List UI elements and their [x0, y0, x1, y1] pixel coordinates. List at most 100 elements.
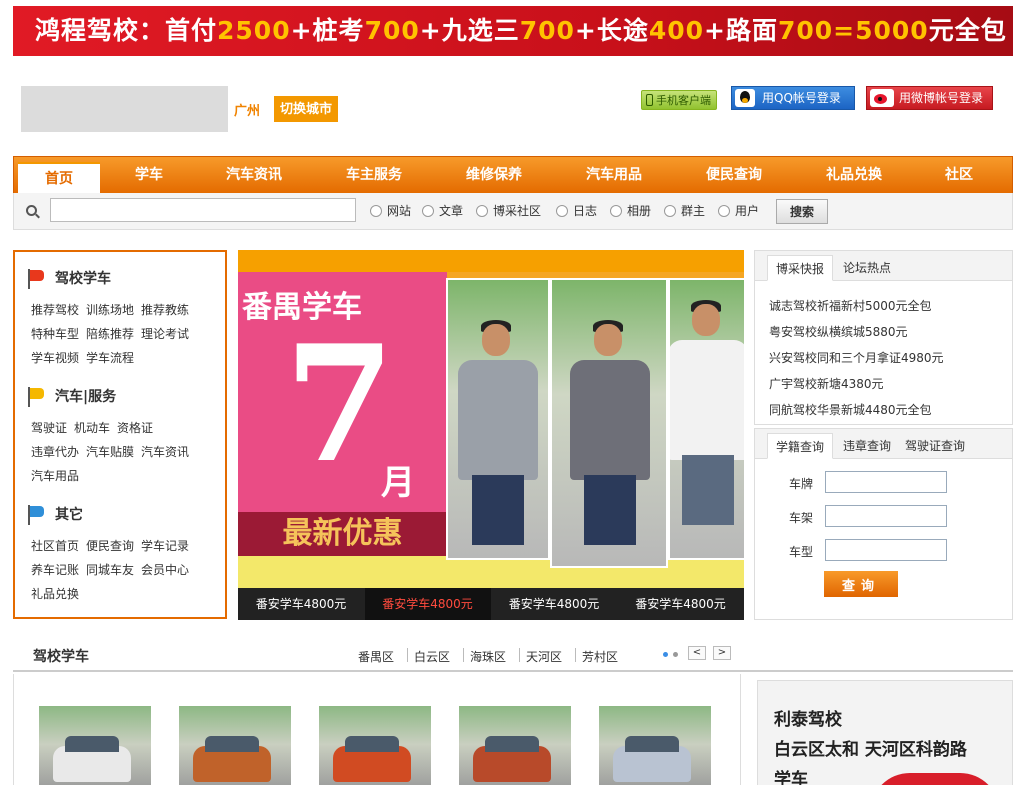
menu-link[interactable]: 特种车型	[31, 322, 79, 346]
menu-link[interactable]: 学车流程	[86, 346, 134, 370]
radio-label: 群主	[681, 204, 706, 218]
menu-link[interactable]: 汽车用品	[31, 464, 79, 488]
district-link[interactable]: 白云区	[414, 648, 450, 665]
menu-link[interactable]: 学车记录	[141, 534, 189, 558]
school-ad[interactable]: 利泰驾校 白云区太和 天河区科韵路 学车	[757, 680, 1013, 785]
news-tab[interactable]: 博采快报	[767, 255, 834, 281]
site-logo[interactable]	[21, 86, 228, 132]
driving-school-thumbnail[interactable]	[179, 706, 291, 785]
news-link[interactable]: 广宇驾校新塘4380元	[769, 375, 884, 392]
news-link[interactable]: 诚志驾校祈福新村5000元全包	[769, 297, 932, 314]
carousel-dot-active[interactable]	[663, 652, 668, 657]
menu-link[interactable]: 学车视频	[31, 346, 79, 370]
menu-group: 其它社区首页 便民查询 学车记录养车记账 同城车友 会员中心礼品兑换	[25, 504, 225, 606]
menu-link[interactable]: 汽车资讯	[141, 440, 189, 464]
qq-login-button[interactable]: 用QQ帐号登录	[731, 86, 855, 110]
news-link[interactable]: 兴安驾校同和三个月拿证4980元	[769, 349, 944, 366]
district-link[interactable]: 番禺区	[358, 648, 394, 665]
weibo-login-button[interactable]: 用微博帐号登录	[866, 86, 993, 110]
divider	[519, 648, 520, 662]
query-field-input[interactable]	[825, 505, 947, 527]
search-scope-radio[interactable]: 日志	[556, 204, 597, 218]
driving-school-thumbnail[interactable]	[319, 706, 431, 785]
banner-text: 700	[519, 16, 575, 45]
menu-link[interactable]: 违章代办	[31, 440, 79, 464]
radio-button[interactable]	[422, 205, 434, 217]
search-button[interactable]: 搜索	[776, 199, 828, 224]
carousel-dot[interactable]	[673, 652, 678, 657]
nav-item[interactable]: 便民查询	[684, 157, 784, 193]
menu-link[interactable]: 汽车贴膜	[86, 440, 134, 464]
menu-link[interactable]: 推荐教练	[141, 298, 189, 322]
radio-button[interactable]	[556, 205, 568, 217]
nav-item[interactable]: 汽车资讯	[204, 157, 304, 193]
district-link[interactable]: 天河区	[526, 648, 562, 665]
query-field-input[interactable]	[825, 471, 947, 493]
radio-button[interactable]	[476, 205, 488, 217]
search-scope-radio[interactable]: 博采社区	[476, 204, 541, 218]
menu-link[interactable]: 便民查询	[86, 534, 134, 558]
driving-school-thumbnail[interactable]	[459, 706, 571, 785]
instructor-photo-3	[668, 278, 744, 560]
menu-link[interactable]: 机动车	[74, 416, 110, 440]
menu-link[interactable]: 推荐驾校	[31, 298, 79, 322]
instructor-photo-1	[446, 278, 550, 560]
menu-link[interactable]: 训练场地	[86, 298, 134, 322]
news-tab[interactable]: 论坛热点	[835, 255, 899, 281]
divider	[407, 648, 408, 662]
nav-item[interactable]: 首页	[18, 162, 100, 194]
promo-tab[interactable]: 番安学车4800元	[491, 588, 617, 620]
nav-item[interactable]: 学车	[104, 157, 194, 193]
menu-link[interactable]: 会员中心	[141, 558, 189, 582]
query-field-input[interactable]	[825, 539, 947, 561]
banner-text: +路面	[704, 16, 778, 45]
search-input[interactable]	[50, 198, 356, 222]
district-link[interactable]: 芳村区	[582, 648, 618, 665]
nav-item[interactable]: 维修保养	[444, 157, 544, 193]
nav-item[interactable]: 车主服务	[324, 157, 424, 193]
menu-link[interactable]: 资格证	[117, 416, 153, 440]
district-link[interactable]: 海珠区	[470, 648, 506, 665]
radio-button[interactable]	[370, 205, 382, 217]
menu-link[interactable]: 陪练推荐	[86, 322, 134, 346]
menu-group-title[interactable]: 其它	[25, 504, 225, 526]
driving-school-thumbnail[interactable]	[599, 706, 711, 785]
radio-button[interactable]	[718, 205, 730, 217]
radio-button[interactable]	[664, 205, 676, 217]
menu-link[interactable]: 礼品兑换	[31, 582, 79, 606]
query-tab[interactable]: 违章查询	[835, 433, 899, 459]
menu-link[interactable]: 驾驶证	[31, 416, 67, 440]
menu-link[interactable]: 养车记账	[31, 558, 79, 582]
query-tab[interactable]: 驾驶证查询	[897, 433, 973, 459]
radio-button[interactable]	[610, 205, 622, 217]
search-scope-radio[interactable]: 用户	[718, 204, 759, 218]
nav-item[interactable]: 社区	[919, 157, 999, 193]
search-scope-radio[interactable]: 文章	[422, 204, 463, 218]
prev-arrow-button[interactable]: <	[688, 646, 706, 660]
query-button[interactable]: 查询	[824, 571, 898, 597]
menu-link[interactable]: 同城车友	[86, 558, 134, 582]
search-scope-radio[interactable]: 群主	[664, 204, 705, 218]
driving-school-thumbnail[interactable]	[39, 706, 151, 785]
switch-city-button[interactable]: 切换城市	[274, 96, 339, 122]
next-arrow-button[interactable]: >	[713, 646, 731, 660]
query-tab[interactable]: 学籍查询	[767, 433, 834, 459]
promo-slideshow[interactable]: 番禺学车 7 月 最新优惠	[238, 250, 744, 620]
top-banner[interactable]: 鸿程驾校：首付2500+桩考700+九选三700+长途400+路面700=500…	[13, 6, 1013, 56]
nav-item[interactable]: 汽车用品	[564, 157, 664, 193]
news-link[interactable]: 粤安驾校纵横缤城5880元	[769, 323, 908, 340]
menu-link[interactable]: 理论考试	[141, 322, 189, 346]
promo-tab[interactable]: 番安学车4800元	[364, 588, 491, 620]
promo-tab[interactable]: 番安学车4800元	[618, 588, 744, 620]
nav-item[interactable]: 礼品兑换	[804, 157, 904, 193]
menu-link[interactable]: 社区首页	[31, 534, 79, 558]
news-link[interactable]: 同航驾校华景新城4480元全包	[769, 401, 932, 418]
menu-group-title[interactable]: 汽车|服务	[25, 386, 225, 408]
search-scope-radio[interactable]: 网站	[370, 204, 411, 218]
menu-group-label: 其它	[55, 507, 83, 523]
qq-icon	[735, 89, 755, 107]
menu-group-title[interactable]: 驾校学车	[25, 268, 225, 290]
search-scope-radio[interactable]: 相册	[610, 204, 651, 218]
promo-tab[interactable]: 番安学车4800元	[238, 588, 364, 620]
mobile-client-button[interactable]: 手机客户端	[641, 90, 717, 110]
